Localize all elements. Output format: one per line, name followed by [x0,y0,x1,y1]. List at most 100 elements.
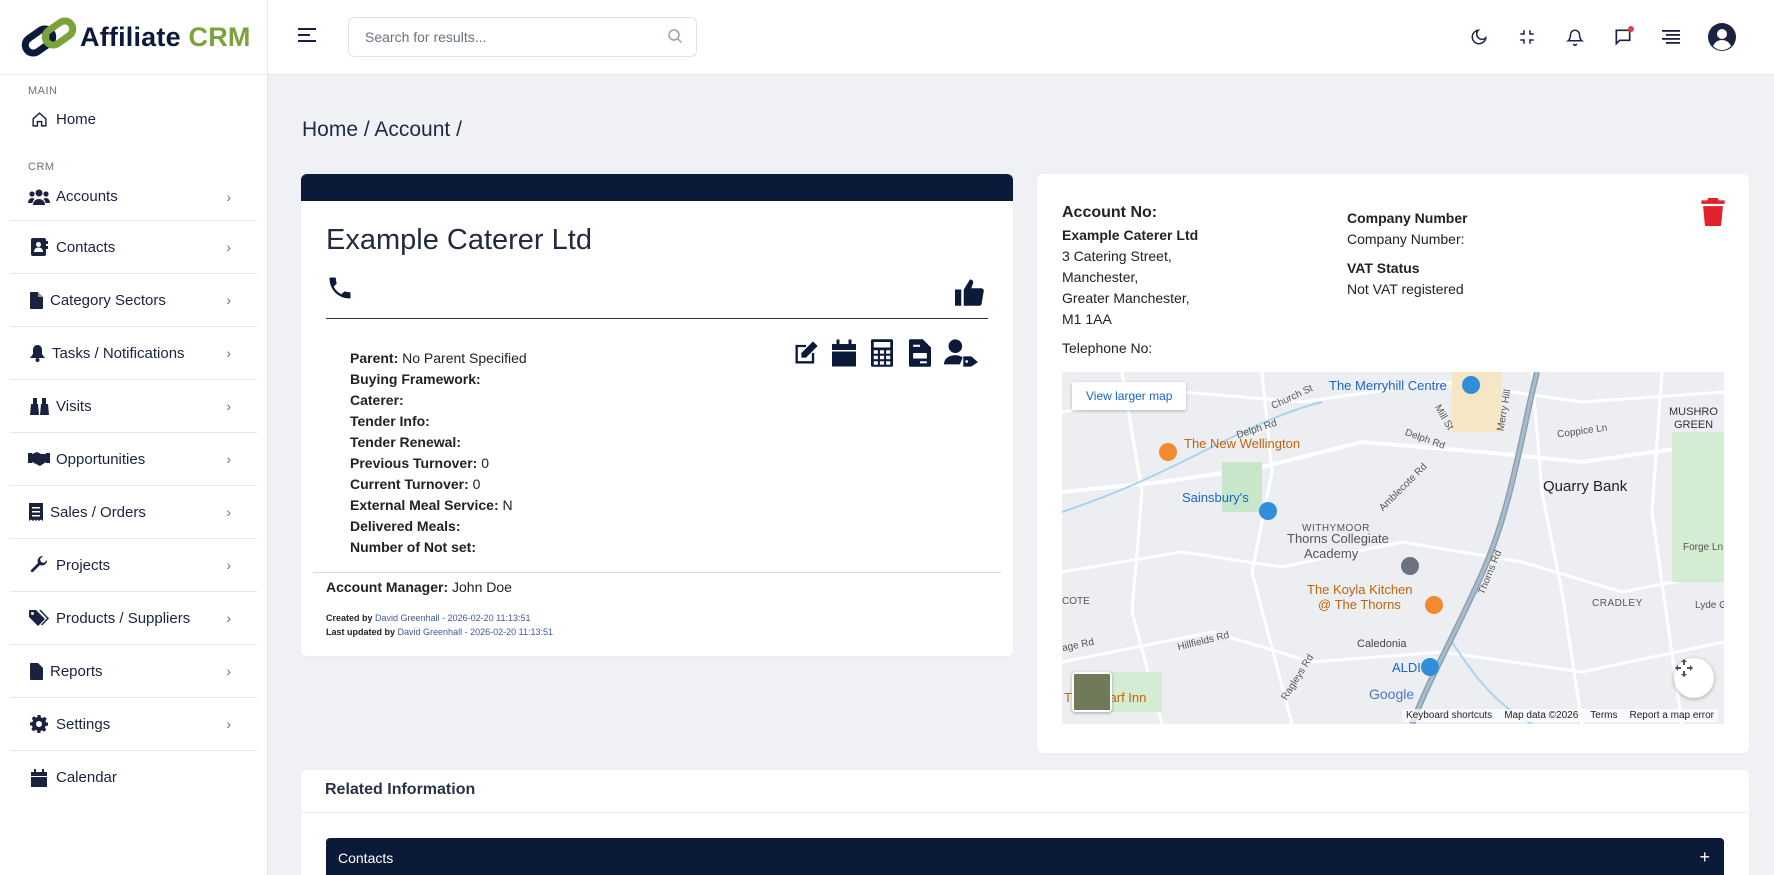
menu-lines-icon[interactable] [1660,26,1682,48]
account-manager-name: John Doe [452,579,512,595]
calendar-icon[interactable] [829,338,859,368]
detail-value: 0 [481,455,490,471]
sidebar-item-settings[interactable]: Settings › [10,698,257,751]
address-book-icon [28,237,50,257]
sidebar-item-label: Products / Suppliers [56,609,191,627]
updated-by-user[interactable]: David Greenhall [398,627,463,637]
sidebar-item-tasks[interactable]: Tasks / Notifications › [10,327,257,380]
logo[interactable]: Affiliate CRM [0,0,267,75]
sidebar-item-opportunities[interactable]: Opportunities › [10,433,257,486]
sidebar-item-label: Reports [50,662,103,680]
thumbs-up-icon[interactable] [955,278,985,311]
file-icon [28,661,44,681]
home-icon [28,109,50,129]
detail-label: Parent: [350,350,399,366]
bell-icon [28,343,46,363]
contacts-accordion-header[interactable]: Contacts + [326,838,1724,875]
detail-row: Parent: No Parent Specified [350,348,527,369]
accordion-title: Contacts [338,850,394,866]
sidebar-item-label: Projects [56,556,111,574]
account-card: Example Caterer Ltd Parent: No Parent Sp… [301,174,1013,656]
calendar-icon [28,768,50,788]
chevron-right-icon: › [226,504,231,520]
file-invoice-icon[interactable] [905,338,935,368]
chevron-right-icon: › [226,557,231,573]
chevron-right-icon: › [226,610,231,626]
sidebar-item-accounts[interactable]: Accounts › [10,173,257,221]
chevron-right-icon: › [226,663,231,679]
chevron-right-icon: › [226,188,231,205]
map-terms-link[interactable]: Terms [1590,710,1617,721]
users-icon [28,187,50,207]
divider [301,812,1749,813]
handshake-icon [28,449,50,469]
sidebar-item-label: Visits [56,397,92,415]
divider [326,318,988,319]
sidebar-item-visits[interactable]: Visits › [10,380,257,433]
map-label: CRADLEY [1592,598,1643,609]
phone-icon[interactable] [326,274,354,307]
sidebar-item-label: Opportunities [56,450,146,468]
edit-icon[interactable] [791,338,821,368]
map-label: GREEN [1674,419,1714,431]
menu-toggle-icon[interactable] [298,28,316,44]
sidebar-item-home[interactable]: Home [10,97,257,141]
map-label: Sainsbury's [1182,490,1249,505]
chat-icon[interactable] [1612,26,1634,48]
detail-row: Tender Renewal: [350,432,527,453]
map-keyboard-shortcuts-link[interactable]: Keyboard shortcuts [1406,710,1492,721]
chevron-right-icon: › [226,239,231,255]
map-label: COTE [1062,596,1090,607]
sidebar-item-calendar[interactable]: Calendar [10,751,257,804]
sidebar-item-sales-orders[interactable]: Sales / Orders › [10,486,257,539]
company-number-heading: Company Number [1347,210,1468,226]
bell-icon[interactable] [1564,26,1586,48]
sidebar: Affiliate CRM MAIN Home CRM Accounts › C… [0,0,268,875]
sidebar-item-reports[interactable]: Reports › [10,645,257,698]
detail-row: Previous Turnover: 0 [350,453,527,474]
trash-icon[interactable] [1701,198,1725,231]
updated-by-line: Last updated by David Greenhall - 2026-0… [326,627,553,637]
brand-name: Affiliate CRM [80,22,251,53]
vat-value: Not VAT registered [1347,281,1464,297]
account-address-block: Account No: Example Caterer Ltd 3 Cateri… [1062,202,1198,330]
created-by-user[interactable]: David Greenhall [375,613,440,623]
detail-row: Tender Info: [350,411,527,432]
detail-row: Buying Framework: [350,369,527,390]
view-larger-map-link[interactable]: View larger map [1072,382,1187,410]
expand-plus-icon[interactable]: + [1699,847,1710,868]
detail-label: Delivered Meals: [350,518,461,534]
sidebar-item-products-suppliers[interactable]: Products / Suppliers › [10,592,257,645]
top-bar [268,0,1774,75]
chain-link-logo-icon [20,13,78,61]
search-icon[interactable] [668,29,683,48]
company-info-block: Company Number Company Number: VAT Statu… [1347,208,1468,300]
location-map[interactable]: View larger map The Merryhill Centre The… [1062,372,1724,724]
address-line: 3 Catering Street, [1062,248,1172,264]
sidebar-item-label: Sales / Orders [50,503,146,521]
map-report-error-link[interactable]: Report a map error [1630,710,1714,721]
sidebar-section-crm: CRM [28,161,55,173]
user-tag-icon[interactable] [943,338,979,368]
chevron-right-icon: › [226,398,231,414]
sidebar-item-contacts[interactable]: Contacts › [10,221,257,274]
exit-fullscreen-icon[interactable] [1516,26,1538,48]
moon-icon[interactable] [1468,26,1490,48]
sidebar-item-projects[interactable]: Projects › [10,539,257,592]
telephone-label: Telephone No: [1062,340,1153,356]
chevron-right-icon: › [226,716,231,732]
user-avatar-icon[interactable] [1708,23,1736,51]
satellite-toggle[interactable] [1072,672,1112,712]
map-label: Caledonia [1357,638,1407,650]
sidebar-item-category-sectors[interactable]: Category Sectors › [10,274,257,327]
map-label: Academy [1304,546,1359,561]
map-label: The Merryhill Centre [1329,378,1447,393]
account-details: Parent: No Parent Specified Buying Frame… [350,348,527,558]
account-manager-label: Account Manager: [326,579,449,595]
search-input[interactable] [349,18,649,56]
map-fullscreen-icon[interactable] [1674,658,1714,698]
calculator-icon[interactable] [867,338,897,368]
binoculars-icon [28,396,50,416]
account-manager: Account Manager: John Doe [326,579,512,595]
related-information-title: Related Information [325,781,476,798]
